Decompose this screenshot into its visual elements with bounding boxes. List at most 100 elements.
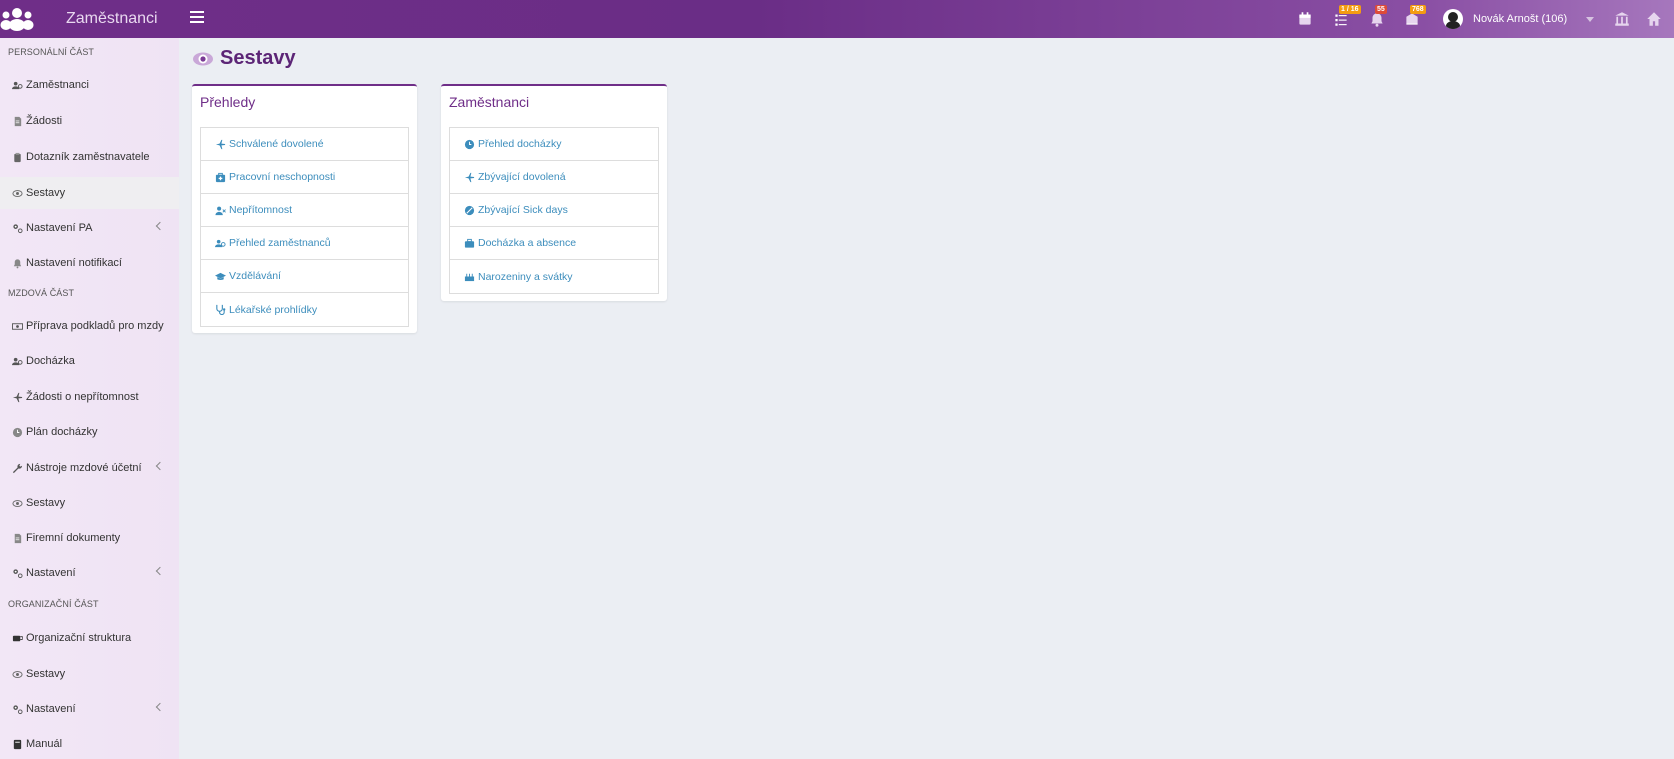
sidebar-item-manual[interactable]: Manuál — [0, 728, 179, 759]
calendar-icon[interactable] — [1296, 10, 1314, 28]
sidebar-item-employer-questionnaire[interactable]: Dotazník zaměstnavatele — [0, 141, 179, 173]
notifications-icon[interactable]: 768 — [1403, 5, 1426, 28]
sidebar-item-payroll-tools[interactable]: Nástroje mzdové účetní — [0, 452, 179, 484]
home-icon[interactable] — [1645, 10, 1663, 28]
report-link-approved-vacations[interactable]: Schválené dovolené — [201, 128, 408, 161]
book-icon — [10, 738, 24, 750]
stethoscope-icon — [213, 304, 227, 316]
sidebar-item-label: Sestavy — [26, 668, 66, 680]
plane-icon — [462, 171, 476, 183]
clock-icon — [10, 426, 24, 438]
eye-icon — [10, 187, 24, 199]
bell-badge: 55 — [1375, 5, 1387, 14]
user-menu[interactable]: Novák Arnošt (106) — [1443, 8, 1567, 30]
sidebar-item-label: Sestavy — [26, 187, 66, 199]
sidebar-item-settings-payroll[interactable]: Nastavení — [0, 557, 179, 589]
sidebar-item-reports-payroll[interactable]: Sestavy — [0, 487, 179, 519]
wrench-icon — [10, 462, 24, 474]
report-link-label: Přehled zaměstnanců — [229, 237, 331, 249]
cake-icon — [462, 271, 476, 283]
report-link-label: Vzdělávání — [229, 270, 281, 282]
sidebar-item-label: Organizační struktura — [26, 632, 132, 644]
sidebar-section-org: ORGANIZAČNÍ ČÁST — [8, 599, 99, 609]
sidebar-item-label: Docházka — [26, 355, 75, 367]
report-link-absence[interactable]: Nepřítomnost — [201, 194, 408, 227]
gears-icon — [10, 703, 24, 715]
report-link-employee-overview[interactable]: Přehled zaměstnanců — [201, 227, 408, 260]
tasks-icon[interactable]: 1 / 16 — [1332, 5, 1361, 28]
report-link-label: Přehled docházky — [478, 138, 562, 150]
sidebar-item-settings-org[interactable]: Nastavení — [0, 693, 179, 725]
report-link-label: Zbývající dovolená — [478, 171, 566, 183]
menu-toggle-icon[interactable] — [190, 11, 204, 25]
report-link-label: Nepřítomnost — [229, 204, 293, 216]
card-overviews: Přehledy Schválené dovolené Pracovní nes… — [192, 84, 417, 333]
graduation-cap-icon — [213, 270, 227, 282]
page-title: Sestavy — [192, 47, 296, 70]
report-link-sick-leave[interactable]: Pracovní neschopnosti — [201, 161, 408, 194]
sidebar-item-label: Nastavení — [26, 703, 76, 715]
sidebar-item-company-documents[interactable]: Firemní dokumenty — [0, 522, 179, 554]
card-title: Zaměstnanci — [449, 94, 530, 110]
report-list: Přehled docházky Zbývající dovolená Zbýv… — [449, 127, 659, 294]
plane-icon — [213, 138, 227, 150]
app-title[interactable]: Zaměstnanci — [66, 10, 158, 28]
report-link-attendance-overview[interactable]: Přehled docházky — [450, 128, 658, 161]
sidebar-item-settings-pa[interactable]: Nastavení PA — [0, 212, 179, 244]
sidebar-item-requests[interactable]: Žádosti — [0, 105, 179, 137]
file-icon — [10, 115, 24, 127]
report-link-medical-checkups[interactable]: Lékařské prohlídky — [201, 293, 408, 326]
chevron-down-icon[interactable] — [1586, 17, 1594, 22]
sidebar-section-personal: PERSONÁLNÍ ČÁST — [8, 47, 95, 57]
eye-icon — [193, 52, 213, 65]
report-link-label: Pracovní neschopnosti — [229, 171, 336, 183]
sidebar-item-org-structure[interactable]: Organizační struktura — [0, 622, 179, 654]
sidebar-item-label: Nastavení — [26, 567, 76, 579]
users-logo-icon[interactable] — [0, 6, 34, 32]
users-gear-icon — [213, 237, 227, 249]
report-link-label: Zbývající Sick days — [478, 204, 568, 216]
sidebar-item-label: Žádosti — [26, 115, 63, 127]
sidebar-item-label: Nastavení PA — [26, 222, 93, 234]
sidebar-item-label: Zaměstnanci — [26, 79, 89, 91]
users-gear-icon — [10, 79, 24, 91]
sidebar: PERSONÁLNÍ ČÁST Zaměstnanci Žádosti Dota… — [0, 38, 179, 759]
medkit-icon — [213, 171, 227, 183]
sidebar-item-payroll-prep[interactable]: Příprava podkladů pro mzdy — [0, 310, 179, 342]
report-link-attendance-absence[interactable]: Docházka a absence — [450, 227, 658, 260]
sidebar-item-employees[interactable]: Zaměstnanci — [0, 69, 179, 101]
sidebar-item-reports[interactable]: Sestavy — [0, 177, 179, 209]
user-name: Novák Arnošt (106) — [1473, 13, 1568, 25]
notifications-badge: 768 — [1410, 5, 1426, 14]
sidebar-item-notification-settings[interactable]: Nastavení notifikací — [0, 247, 179, 279]
bell-icon[interactable]: 55 — [1368, 5, 1387, 28]
eye-icon — [10, 497, 24, 509]
sidebar-item-reports-org[interactable]: Sestavy — [0, 658, 179, 690]
plane-icon — [10, 391, 24, 403]
sidebar-item-attendance-plan[interactable]: Plán docházky — [0, 416, 179, 448]
tasks-badge: 1 / 16 — [1339, 5, 1361, 14]
sidebar-item-attendance[interactable]: Docházka — [0, 345, 179, 377]
report-link-birthdays[interactable]: Narozeniny a svátky — [450, 260, 658, 293]
chevron-left-icon — [155, 461, 165, 471]
sidebar-item-label: Manuál — [26, 738, 63, 750]
page-title-text: Sestavy — [220, 47, 296, 69]
sidebar-item-label: Sestavy — [26, 497, 66, 509]
sidebar-item-label: Příprava podkladů pro mzdy — [26, 320, 164, 332]
report-link-label: Lékařské prohlídky — [229, 303, 318, 316]
gears-icon — [10, 567, 24, 579]
report-link-remaining-sick-days[interactable]: Zbývající Sick days — [450, 194, 658, 227]
users-gear-icon — [10, 355, 24, 367]
sidebar-item-absence-requests[interactable]: Žádosti o nepřítomnost — [0, 381, 179, 413]
money-icon — [10, 320, 24, 332]
gears-icon — [10, 222, 24, 234]
sidebar-item-label: Žádosti o nepřítomnost — [26, 391, 139, 403]
report-link-training[interactable]: Vzdělávání — [201, 260, 408, 293]
sidebar-item-label: Firemní dokumenty — [26, 532, 121, 544]
report-link-remaining-vacation[interactable]: Zbývající dovolená — [450, 161, 658, 194]
user-times-icon — [213, 204, 227, 216]
bank-icon[interactable] — [1613, 10, 1631, 28]
file-icon — [10, 532, 24, 544]
chevron-left-icon — [155, 566, 165, 576]
sidebar-section-payroll: MZDOVÁ ČÁST — [8, 288, 75, 298]
